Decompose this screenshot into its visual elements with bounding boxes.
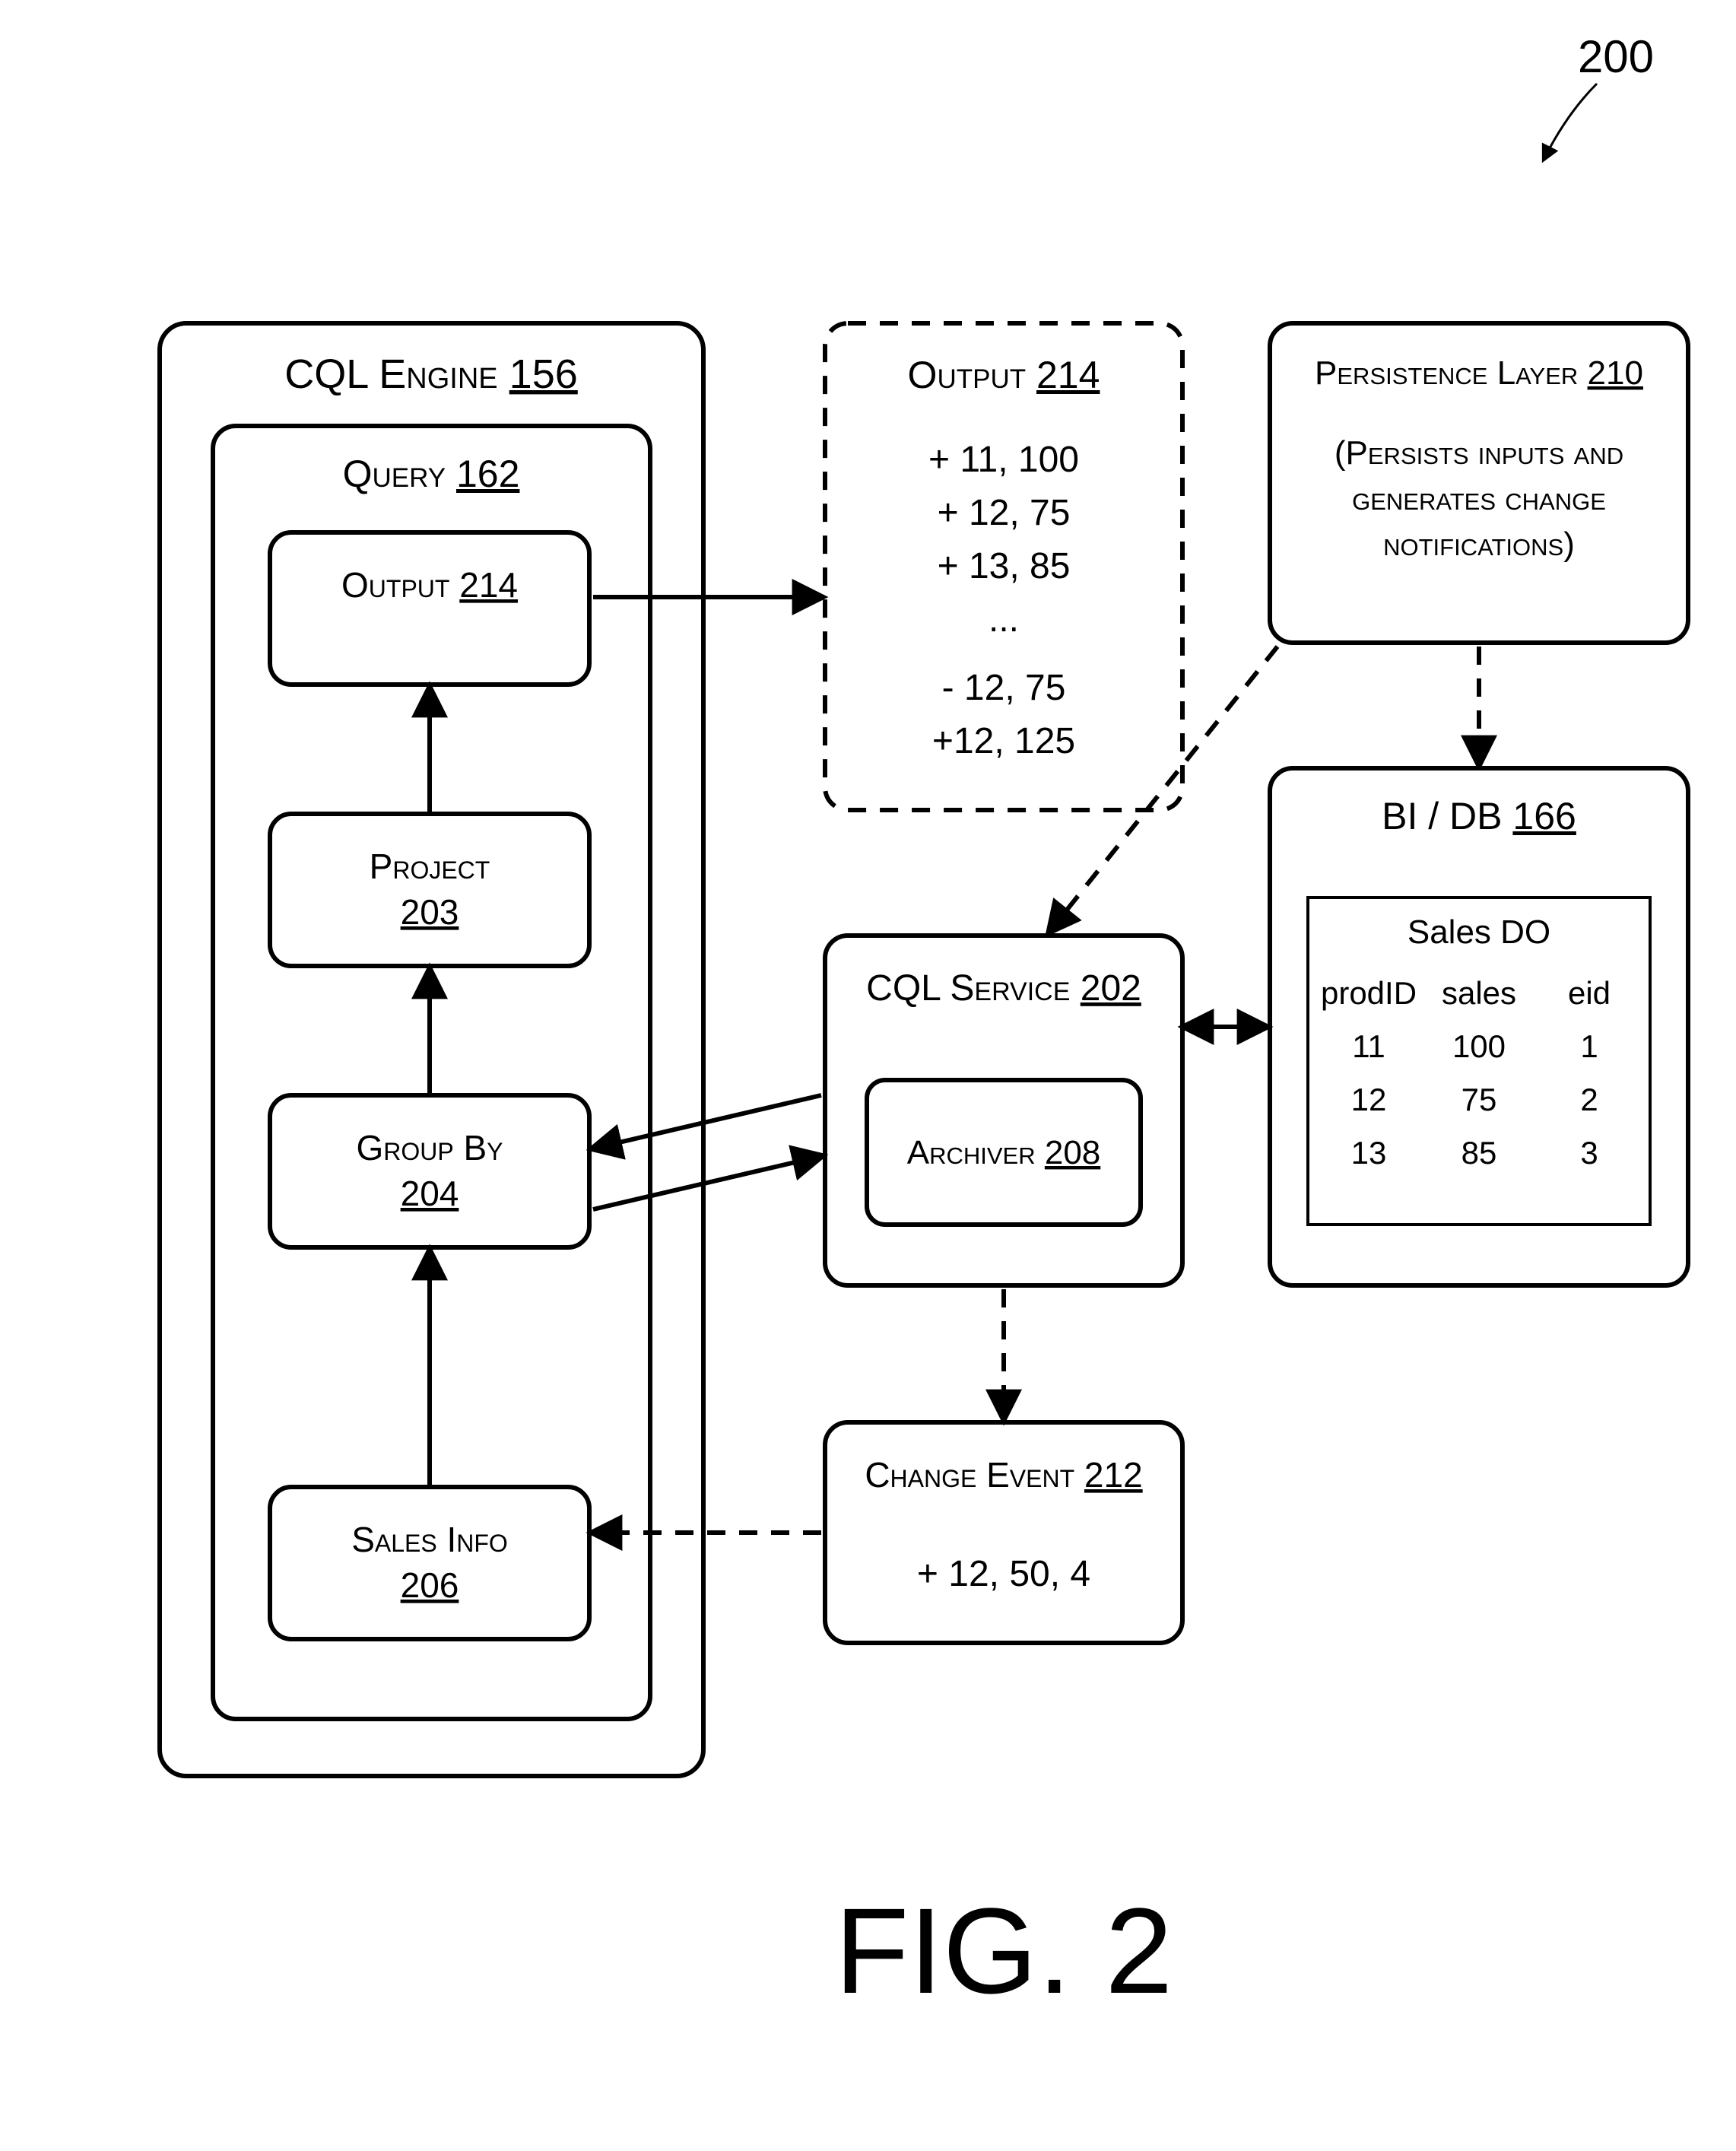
- sales-do-title: Sales DO: [1408, 913, 1550, 951]
- op-groupby-title: Group By: [356, 1128, 503, 1168]
- persistence-caption3: notifications): [1383, 526, 1575, 563]
- svg-text:- 12, 75: - 12, 75: [942, 668, 1066, 708]
- th-sales: sales: [1442, 975, 1516, 1011]
- op-salesinfo-title: Sales Info: [351, 1520, 508, 1559]
- svg-text:...: ...: [989, 599, 1019, 640]
- td: 85: [1461, 1135, 1497, 1171]
- op-salesinfo-ref: 206: [401, 1565, 459, 1605]
- td: 12: [1351, 1082, 1387, 1117]
- td: 11: [1352, 1028, 1385, 1064]
- svg-text:+ 12, 75: + 12, 75: [938, 493, 1071, 533]
- output-block-title: Output 214: [908, 354, 1100, 396]
- op-project-box: [270, 814, 589, 966]
- archiver-title: Archiver 208: [907, 1134, 1101, 1171]
- td: 1: [1580, 1028, 1598, 1064]
- td: 3: [1580, 1135, 1598, 1171]
- op-output-box: [270, 532, 589, 685]
- cql-engine-title: CQL Engine 156: [284, 351, 578, 397]
- op-project-title: Project: [370, 847, 490, 886]
- td: 13: [1351, 1135, 1387, 1171]
- svg-text:+ 11, 100: + 11, 100: [928, 440, 1079, 480]
- persistence-caption2: generates change: [1352, 480, 1606, 517]
- query-title: Query 162: [343, 453, 520, 495]
- persistence-title: Persistence Layer 210: [1315, 354, 1643, 392]
- change-event-payload: + 12, 50, 4: [917, 1554, 1090, 1594]
- op-groupby-box: [270, 1095, 589, 1247]
- bidb-title: BI / DB 166: [1382, 795, 1576, 837]
- op-groupby-ref: 204: [401, 1174, 459, 1213]
- cql-service-title: CQL Service 202: [866, 968, 1141, 1009]
- th-eid: eid: [1568, 975, 1611, 1011]
- figure-ref: 200: [1578, 31, 1654, 82]
- op-project-ref: 203: [401, 892, 459, 932]
- td: 2: [1580, 1082, 1598, 1117]
- svg-text:+ 13, 85: + 13, 85: [938, 546, 1071, 586]
- change-event-title: Change Event 212: [865, 1455, 1142, 1495]
- td: 75: [1461, 1082, 1497, 1117]
- td: 100: [1452, 1028, 1506, 1064]
- svg-text:+12, 125: +12, 125: [932, 721, 1075, 761]
- op-salesinfo-box: [270, 1487, 589, 1639]
- th-prodid: prodID: [1321, 975, 1417, 1011]
- figure-label: FIG. 2: [835, 1883, 1173, 2019]
- op-output-title: Output 214: [341, 565, 518, 605]
- persistence-caption1: (Persists inputs and: [1335, 434, 1623, 472]
